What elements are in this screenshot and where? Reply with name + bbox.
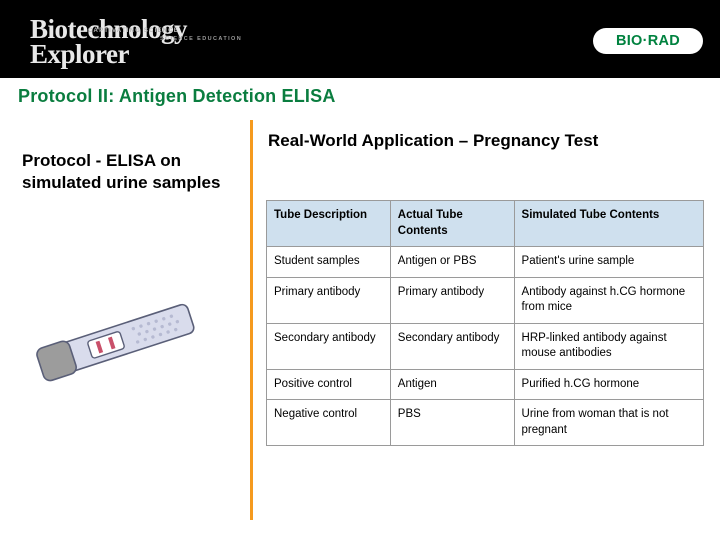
cell-simulated-contents: Antibody against h.CG hormone from mice bbox=[513, 276, 705, 324]
table-header-row: Tube Description Actual Tube Contents Si… bbox=[266, 199, 705, 248]
cell-actual-contents: Primary antibody bbox=[389, 276, 515, 324]
cell-simulated-contents: Patient's urine sample bbox=[513, 246, 705, 278]
cell-actual-contents: Antigen or PBS bbox=[389, 246, 515, 278]
column-header-tube-description: Tube Description bbox=[266, 199, 391, 248]
logo-line-2: Explorer bbox=[30, 39, 130, 69]
cell-tube-description: Negative control bbox=[266, 399, 391, 447]
cell-tube-description: Student samples bbox=[266, 246, 391, 278]
pregnancy-test-strip-illustration bbox=[36, 303, 195, 382]
column-divider bbox=[250, 120, 253, 520]
biotechnology-explorer-logo: Biotechnology Explorer bbox=[30, 16, 280, 72]
cell-simulated-contents: Purified h.CG hormone bbox=[513, 368, 705, 401]
header-banner: Biotechnology Explorer CAPTIVATING SCIEN… bbox=[0, 0, 720, 78]
cell-actual-contents: Secondary antibody bbox=[389, 322, 515, 370]
cell-tube-description: Primary antibody bbox=[266, 276, 391, 324]
table-row: Secondary antibody Secondary antibody HR… bbox=[266, 322, 705, 370]
tube-contents-table: Tube Description Actual Tube Contents Si… bbox=[266, 199, 705, 447]
cell-tube-description: Positive control bbox=[266, 368, 391, 401]
column-header-actual-contents: Actual Tube Contents bbox=[389, 199, 515, 248]
table-row: Primary antibody Primary antibody Antibo… bbox=[266, 276, 705, 324]
left-column-heading: Protocol - ELISA on simulated urine samp… bbox=[22, 151, 221, 193]
cell-actual-contents: Antigen bbox=[389, 368, 515, 401]
table-row: Negative control PBS Urine from woman th… bbox=[266, 399, 705, 447]
bio-rad-logo-text: BIO·RAD bbox=[615, 33, 681, 49]
right-column-heading: Real-World Application – Pregnancy Test bbox=[268, 131, 599, 150]
column-header-simulated-contents: Simulated Tube Contents bbox=[513, 199, 705, 248]
cell-tube-description: Secondary antibody bbox=[266, 322, 391, 370]
logo-tagline: CAPTIVATING SCIENCE bbox=[88, 28, 179, 34]
cell-actual-contents: PBS bbox=[389, 399, 515, 447]
page-title: Protocol II: Antigen Detection ELISA bbox=[18, 86, 336, 106]
table-row: Student samples Antigen or PBS Patient's… bbox=[266, 246, 705, 278]
table-row: Positive control Antigen Purified h.CG h… bbox=[266, 368, 705, 401]
logo-tagline-secondary: SCIENCE EDUCATION bbox=[160, 36, 243, 42]
cell-simulated-contents: HRP-linked antibody against mouse antibo… bbox=[513, 322, 705, 370]
cell-simulated-contents: Urine from woman that is not pregnant bbox=[513, 399, 705, 447]
bio-rad-logo: BIO·RAD bbox=[593, 28, 703, 54]
